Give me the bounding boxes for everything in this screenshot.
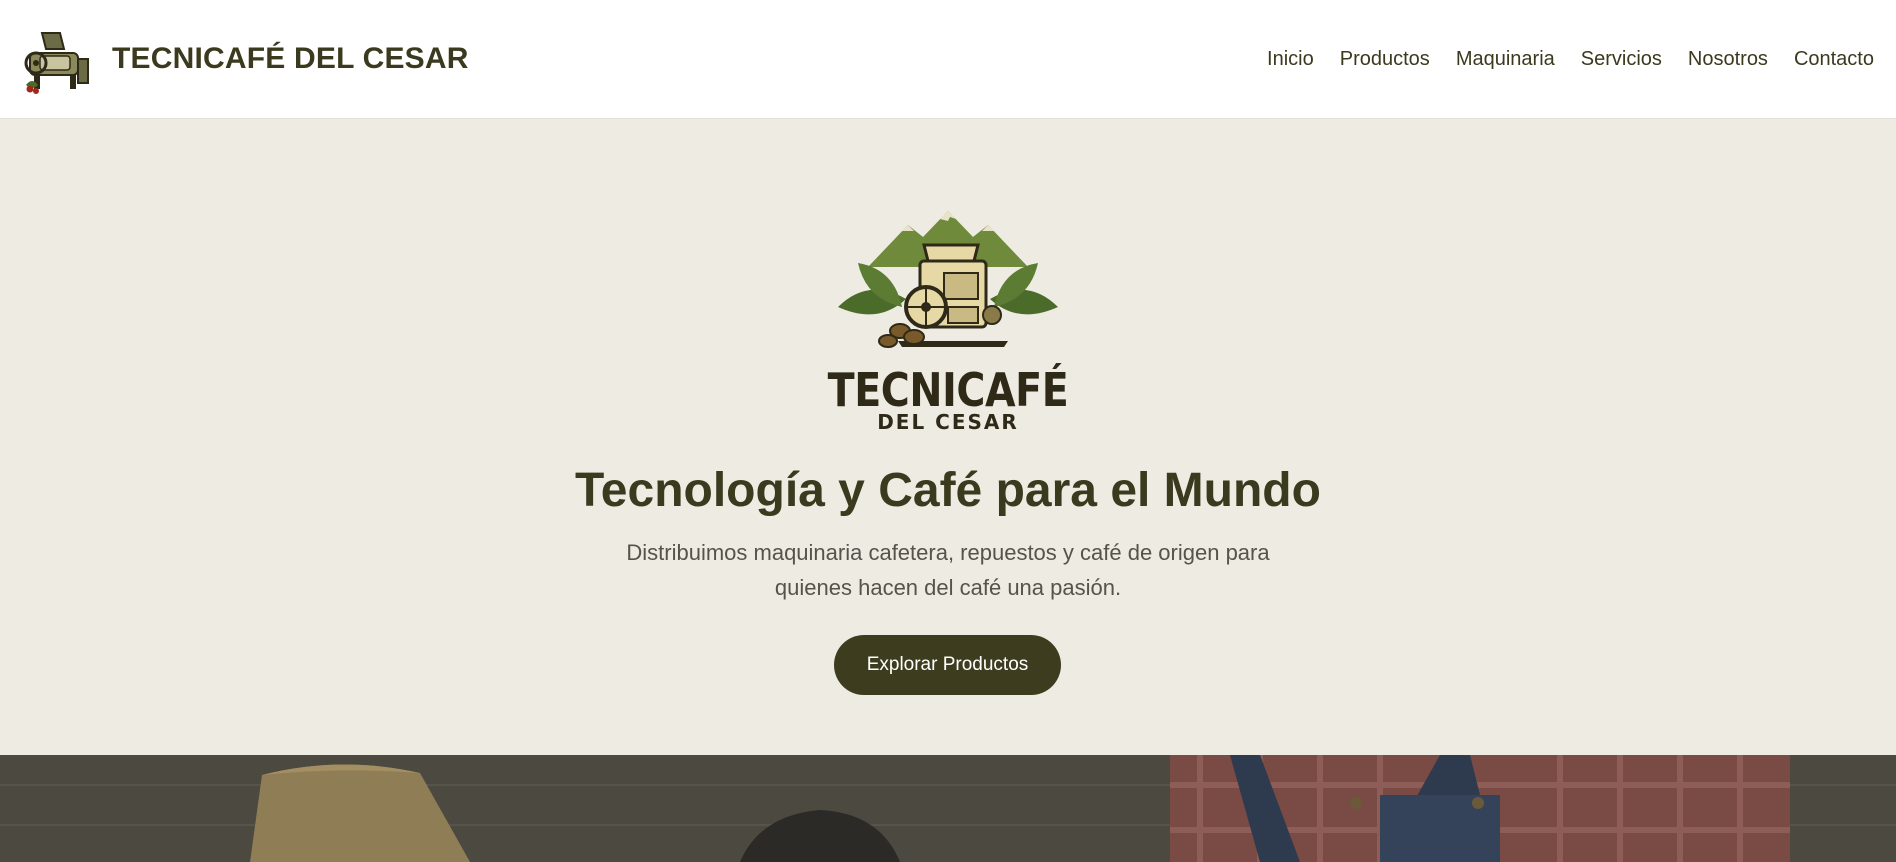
nav-item-servicios[interactable]: Servicios bbox=[1581, 48, 1662, 71]
hero-photo-band bbox=[0, 755, 1896, 862]
brand-home-link[interactable]: TECNICAFÉ DEL CESAR bbox=[22, 23, 469, 95]
site-header: TECNICAFÉ DEL CESAR Inicio Productos Maq… bbox=[0, 0, 1896, 119]
nav-item-contacto[interactable]: Contacto bbox=[1794, 48, 1874, 71]
nav-item-productos[interactable]: Productos bbox=[1340, 48, 1430, 71]
hero-description: Distribuimos maquinaria cafetera, repues… bbox=[626, 540, 1270, 600]
nav-item-inicio[interactable]: Inicio bbox=[1267, 48, 1314, 71]
emblem-subtitle: DEL CESAR bbox=[877, 410, 1019, 434]
brand-name: TECNICAFÉ DEL CESAR bbox=[112, 42, 469, 75]
hero-title: Tecnología y Café para el Mundo bbox=[575, 464, 1321, 517]
farmer-photo-image bbox=[0, 755, 1896, 862]
coffee-machine-icon bbox=[24, 32, 89, 94]
nav-item-nosotros[interactable]: Nosotros bbox=[1688, 48, 1768, 71]
nav-item-maquinaria[interactable]: Maquinaria bbox=[1456, 48, 1555, 71]
explore-products-button[interactable]: Explorar Productos bbox=[834, 635, 1061, 695]
emblem-title: TECNICAFÉ bbox=[827, 363, 1069, 417]
main-nav: Inicio Productos Maquinaria Servicios No… bbox=[1267, 48, 1874, 71]
coffee-machine-emblem-icon bbox=[838, 211, 1058, 348]
hero-section: TECNICAFÉ DEL CESAR Tecnología y Café pa… bbox=[0, 119, 1896, 755]
